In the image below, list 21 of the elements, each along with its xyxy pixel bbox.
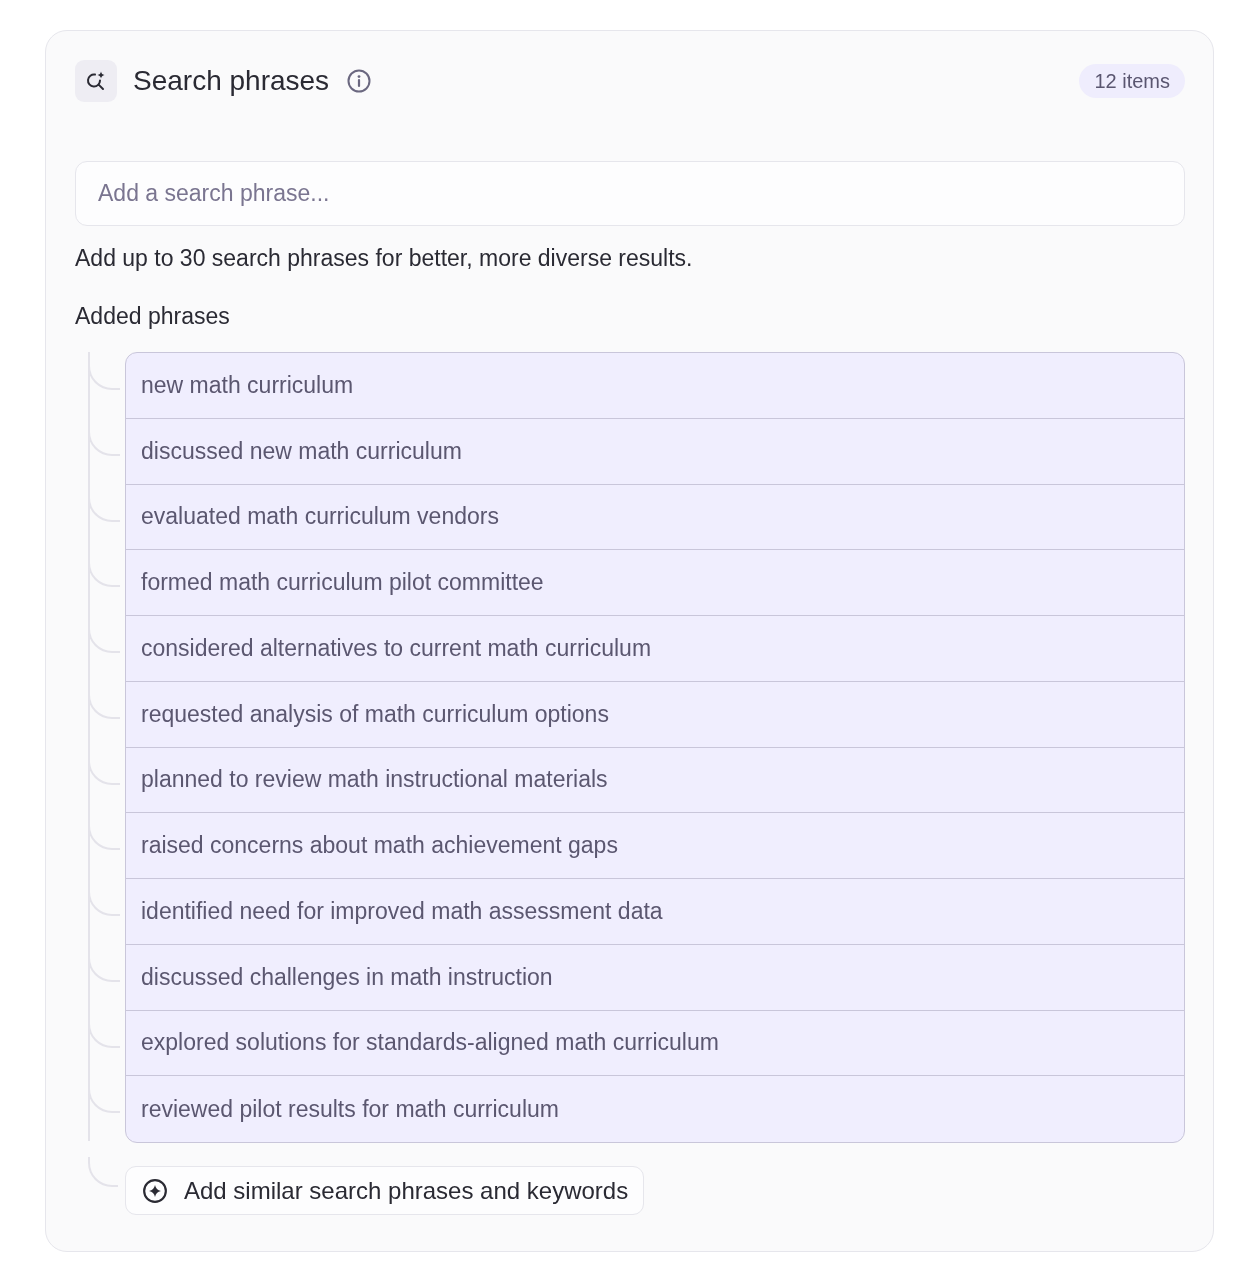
section-label: Added phrases	[75, 302, 231, 330]
phrase-item[interactable]: identified need for improved math assessment data	[126, 879, 1184, 945]
phrase-item[interactable]: discussed new math curriculum	[126, 418, 1184, 485]
plus-sparkle-icon	[142, 1177, 168, 1204]
phrase-item[interactable]: reviewed pilot results for math curriculum	[126, 1076, 1184, 1142]
help-text: Add up to 30 search phrases for better, more diverse results.	[75, 244, 694, 272]
phrase-item[interactable]: raised concerns about math achievement gaps	[126, 813, 1184, 879]
phrase-item[interactable]: requested analysis of math curriculum options	[126, 681, 1184, 748]
phrase-item[interactable]: explored solutions for standards-aligned math curriculum	[126, 1010, 1184, 1077]
phrase-item[interactable]: considered alternatives to current math curriculum	[126, 616, 1184, 682]
phrase-item[interactable]: formed math curriculum pilot committee	[126, 550, 1184, 616]
item-count-badge: 12 items	[1079, 64, 1185, 98]
phrase-item[interactable]: discussed challenges in math instruction	[126, 944, 1184, 1011]
panel-title: Search phrases	[133, 64, 330, 98]
search-sparkle-icon	[75, 60, 117, 102]
search-phrase-field[interactable]: Add a search phrase...	[75, 161, 1185, 226]
info-icon[interactable]	[347, 69, 372, 93]
phrase-item[interactable]: new math curriculum	[126, 353, 1184, 419]
add-similar-button[interactable]: Add similar search phrases and keywords	[125, 1166, 645, 1215]
phrase-item[interactable]: planned to review math instructional materials	[126, 747, 1184, 814]
phrase-item[interactable]: evaluated math curriculum vendors	[126, 484, 1184, 551]
